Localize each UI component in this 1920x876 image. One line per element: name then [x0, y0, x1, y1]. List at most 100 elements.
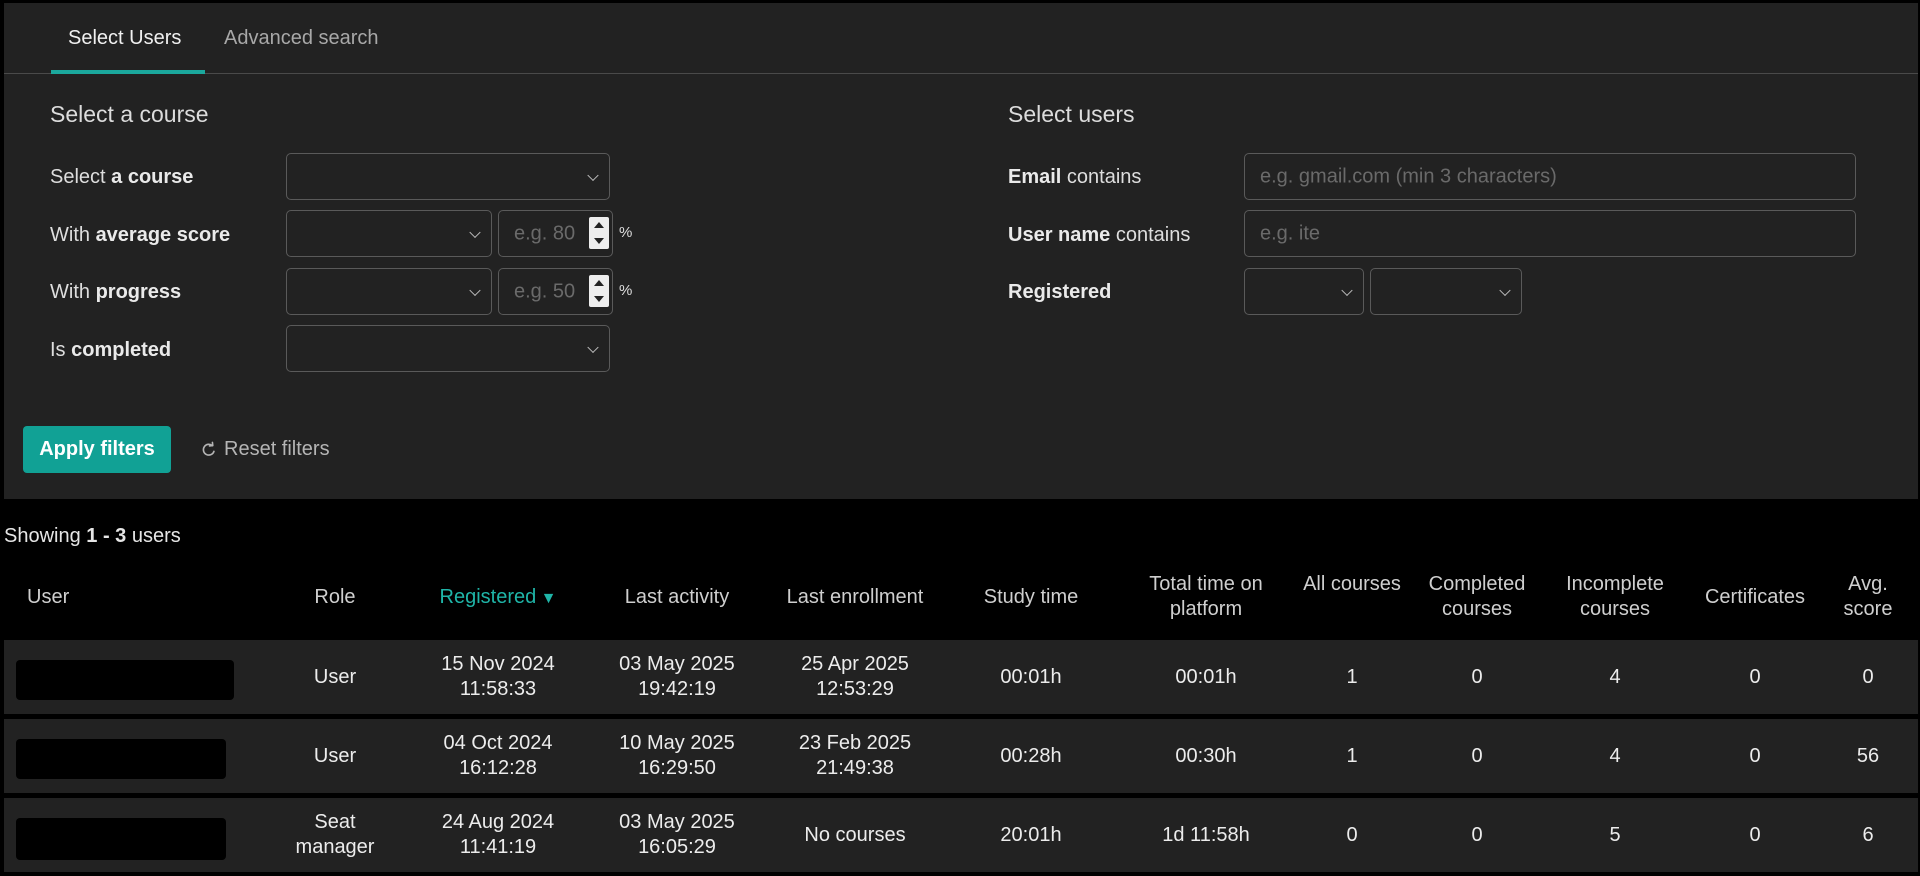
- reset-icon: [202, 441, 215, 456]
- cell-text: 0: [1749, 665, 1761, 688]
- cell-role: User: [275, 719, 395, 793]
- cell-avg-score: 0: [1823, 640, 1913, 714]
- cell-text: Seat manager: [295, 811, 375, 858]
- column-header-user[interactable]: User: [27, 585, 227, 610]
- cell-total-time: 00:30h: [1131, 719, 1281, 793]
- column-header-study-time[interactable]: Study time: [961, 585, 1101, 610]
- redacted-user-name[interactable]: [16, 818, 226, 860]
- cell-all-courses: 1: [1297, 719, 1407, 793]
- number-stepper-icon[interactable]: [589, 275, 609, 307]
- column-header-label: Last activity: [624, 586, 730, 608]
- cell-text: 20:01h: [1000, 823, 1062, 846]
- cell-text: 00:01h: [1175, 665, 1237, 688]
- cell-registered: 15 Nov 2024 11:58:33: [423, 640, 573, 714]
- cell-study-time: 00:28h: [961, 719, 1101, 793]
- cell-completed-courses: 0: [1417, 719, 1537, 793]
- cell-text: 00:30h: [1175, 744, 1237, 767]
- cell-text: 0: [1471, 744, 1483, 767]
- redacted-user-name[interactable]: [16, 739, 226, 779]
- cell-certificates: 0: [1690, 640, 1820, 714]
- cell-text: 0: [1471, 665, 1483, 688]
- cell-text: 00:28h: [1000, 744, 1062, 767]
- cell-text: 4: [1609, 744, 1621, 767]
- username-input[interactable]: e.g. ite: [1244, 210, 1856, 257]
- cell-total-time: 1d 11:58h: [1131, 798, 1281, 872]
- cell-last-enrollment: No courses: [770, 798, 940, 872]
- email-placeholder: e.g. gmail.com (min 3 characters): [1260, 165, 1557, 187]
- chevron-down-icon: [1341, 284, 1353, 296]
- cell-text: 0: [1862, 665, 1874, 688]
- cell-last-enrollment: 23 Feb 2025 21:49:38: [770, 719, 940, 793]
- table-row[interactable]: Seat manager 24 Aug 2024 11:41:19 03 May 2…: [4, 798, 1918, 872]
- username-placeholder: e.g. ite: [1260, 222, 1321, 244]
- cell-text: 00:01h: [1000, 665, 1062, 688]
- registered-year-select[interactable]: [1370, 268, 1522, 315]
- average-score-operator-select[interactable]: [286, 210, 492, 257]
- course-select[interactable]: [286, 153, 610, 200]
- column-header-label: Completed courses: [1428, 573, 1526, 620]
- chevron-down-icon: [469, 226, 481, 238]
- cell-text: No courses: [804, 823, 906, 846]
- average-score-label: With average score: [50, 224, 231, 246]
- email-input[interactable]: e.g. gmail.com (min 3 characters): [1244, 153, 1856, 200]
- filter-panel: Select Users Advanced search Select a co…: [4, 3, 1918, 499]
- table-row[interactable]: User 04 Oct 2024 16:12:28 10 May 2025 16:2…: [4, 719, 1918, 793]
- registered-month-select[interactable]: [1244, 268, 1364, 315]
- email-label: Email contains: [1008, 166, 1142, 188]
- column-header-all-courses[interactable]: All courses: [1297, 572, 1407, 597]
- column-header-last-enrollment[interactable]: Last enrollment: [770, 585, 940, 610]
- cell-role: Seat manager: [275, 798, 395, 872]
- cell-text: User: [313, 744, 357, 767]
- cell-completed-courses: 0: [1417, 640, 1537, 714]
- cell-text: 15 Nov 2024 11:58:33: [441, 653, 555, 700]
- column-header-registered[interactable]: Registered ▼: [423, 585, 573, 611]
- cell-last-activity: 03 May 2025 19:42:19: [602, 640, 752, 714]
- progress-placeholder: e.g. 50: [514, 280, 576, 302]
- username-label: User name contains: [1008, 224, 1191, 246]
- cell-registered: 24 Aug 2024 11:41:19: [423, 798, 573, 872]
- results-count: Showing 1 - 3 users: [4, 525, 181, 547]
- column-header-avg-score[interactable]: Avg. score: [1823, 572, 1913, 622]
- column-header-total-time[interactable]: Total time on platform: [1131, 572, 1281, 622]
- tab-bar: Select Users Advanced search: [4, 3, 1918, 74]
- reset-filters-label: Reset filters: [224, 438, 330, 460]
- completed-select[interactable]: [286, 325, 610, 372]
- column-header-role[interactable]: Role: [275, 585, 395, 610]
- cell-role: User: [275, 640, 395, 714]
- column-header-certificates[interactable]: Certificates: [1690, 585, 1820, 610]
- cell-study-time: 20:01h: [961, 798, 1101, 872]
- column-header-label: All courses: [1303, 573, 1401, 595]
- cell-text: 0: [1346, 823, 1358, 846]
- cell-text: 0: [1749, 823, 1761, 846]
- column-header-completed-courses[interactable]: Completed courses: [1417, 572, 1537, 622]
- progress-input[interactable]: e.g. 50: [498, 268, 613, 315]
- tab-select-users[interactable]: Select Users: [68, 27, 181, 50]
- cell-text: 5: [1609, 823, 1621, 846]
- average-score-input[interactable]: e.g. 80: [498, 210, 613, 257]
- average-score-unit: %: [619, 224, 633, 241]
- cell-last-activity: 10 May 2025 16:29:50: [602, 719, 752, 793]
- users-section-title: Select users: [1008, 101, 1135, 127]
- table-row[interactable]: User 15 Nov 2024 11:58:33 03 May 2025 19:4…: [4, 640, 1918, 714]
- cell-last-enrollment: 25 Apr 2025 12:53:29: [770, 640, 940, 714]
- column-header-label: Total time on platform: [1149, 573, 1263, 620]
- cell-text: 0: [1749, 744, 1761, 767]
- column-header-incomplete-courses[interactable]: Incomplete courses: [1550, 572, 1680, 622]
- cell-text: 4: [1609, 665, 1621, 688]
- cell-text: 56: [1856, 744, 1880, 767]
- cell-certificates: 0: [1690, 798, 1820, 872]
- redacted-user-name[interactable]: [16, 660, 234, 700]
- cell-all-courses: 0: [1297, 798, 1407, 872]
- select-course-label: Select a course: [50, 166, 194, 188]
- cell-text: 6: [1862, 823, 1874, 846]
- number-stepper-icon[interactable]: [589, 217, 609, 249]
- tab-advanced-search[interactable]: Advanced search: [224, 27, 379, 50]
- apply-filters-button[interactable]: Apply filters: [23, 426, 171, 473]
- cell-incomplete-courses: 4: [1550, 640, 1680, 714]
- progress-operator-select[interactable]: [286, 268, 492, 315]
- registered-filter-label: Registered: [1008, 281, 1112, 303]
- reset-filters-button[interactable]: Reset filters: [200, 438, 330, 461]
- column-header-last-activity[interactable]: Last activity: [602, 585, 752, 610]
- cell-text: 03 May 2025 19:42:19: [619, 653, 735, 700]
- column-header-label: Last enrollment: [786, 586, 924, 608]
